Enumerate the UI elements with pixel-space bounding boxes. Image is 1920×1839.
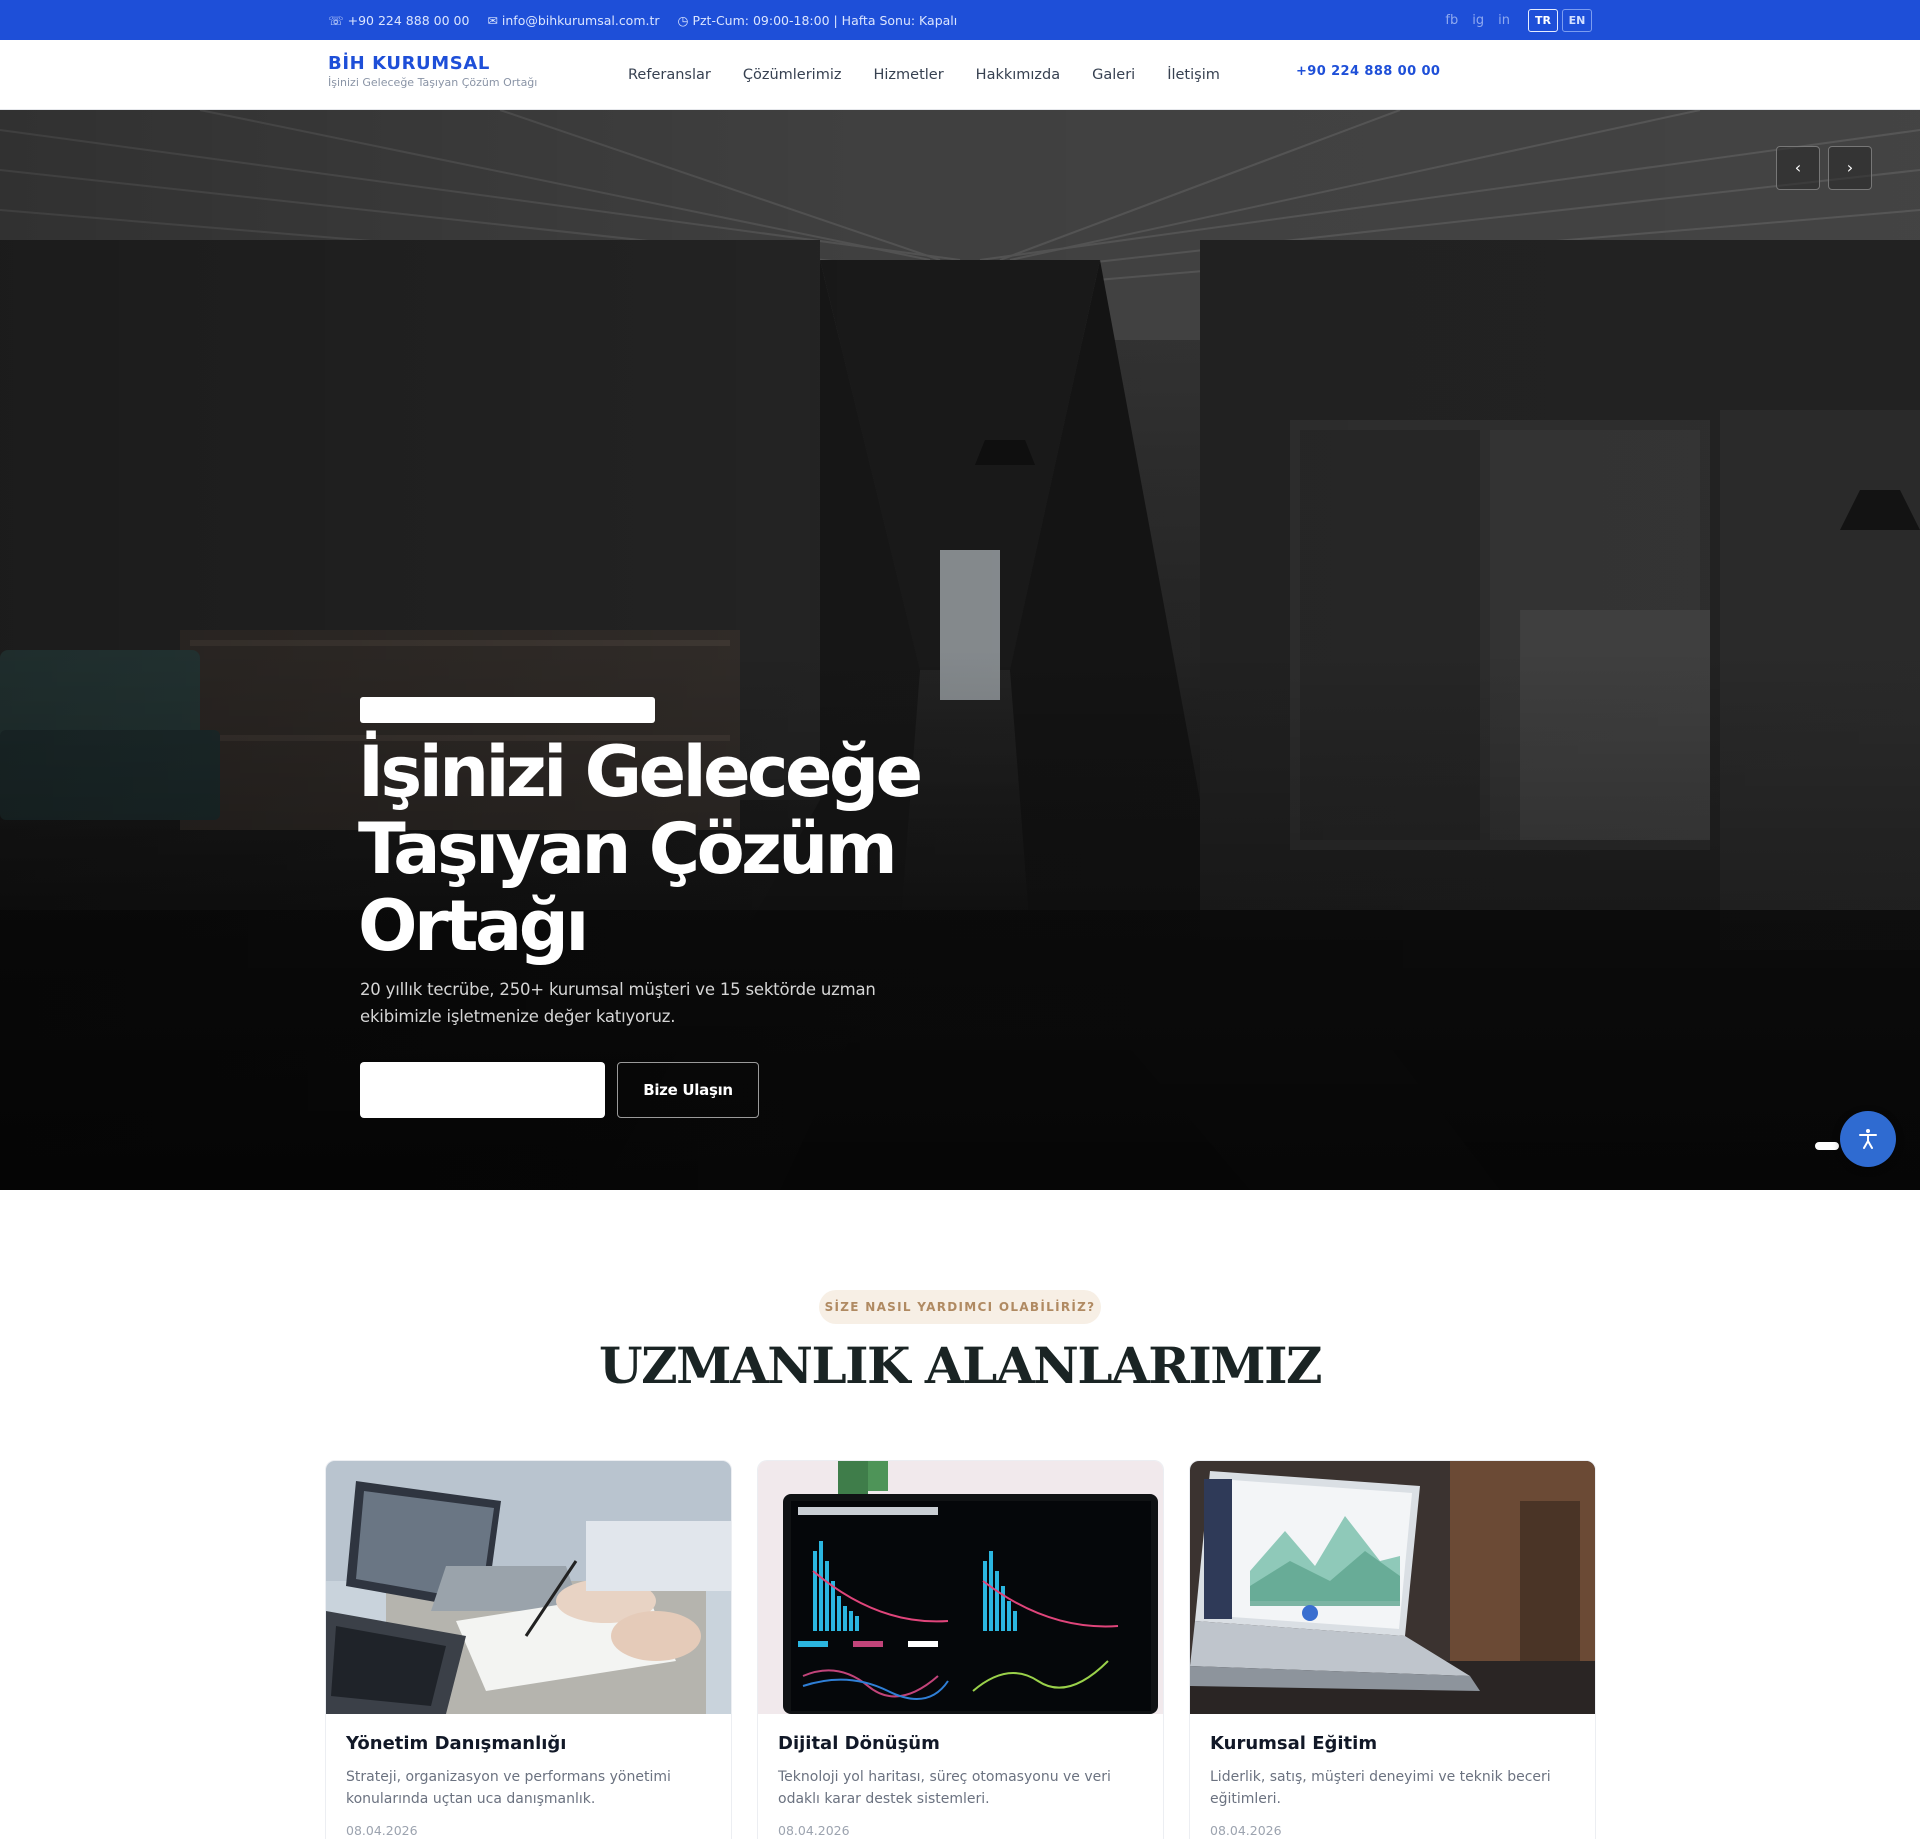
card-description: Strateji, organizasyon ve performans yön… <box>346 1769 671 1807</box>
nav-item-hizmetler[interactable]: Hizmetler <box>873 67 943 83</box>
section-eyebrow: SİZE NASIL YARDIMCI OLABİLİRİZ? <box>819 1290 1101 1324</box>
linkedin-link[interactable]: in <box>1498 13 1510 28</box>
hero-primary-button[interactable] <box>360 1062 605 1118</box>
card-description: Liderlik, satış, müşteri deneyimi ve tek… <box>1210 1769 1551 1807</box>
clock-icon: ◷ <box>677 12 689 28</box>
brand-logo[interactable]: BİH KURUMSAL <box>328 53 490 74</box>
card-description: Teknoloji yol haritası, süreç otomasyonu… <box>778 1769 1111 1807</box>
slider-dot-1[interactable] <box>1815 1142 1839 1150</box>
card-date: 08.04.2026 <box>346 1823 418 1838</box>
phone-icon: ☏ <box>328 12 344 28</box>
lang-tr-button[interactable]: TR <box>1528 8 1558 32</box>
header-phone-link[interactable]: +90 224 888 00 00 <box>1296 64 1440 79</box>
brand-tagline: İşinizi Geleceğe Taşıyan Çözüm Ortağı <box>328 76 538 89</box>
slider-next-button[interactable]: › <box>1828 146 1872 190</box>
nav-item-referanslar[interactable]: Referanslar <box>628 67 711 83</box>
lang-en-button[interactable]: EN <box>1562 8 1592 32</box>
service-card[interactable]: Kurumsal Eğitim Liderlik, satış, müşteri… <box>1189 1460 1596 1839</box>
accessibility-icon <box>1859 1129 1877 1149</box>
hero-overlay <box>0 110 1920 1190</box>
topbar-email-text: info@bihkurumsal.com.tr <box>501 12 660 28</box>
main-header: BİH KURUMSAL İşinizi Geleceğe Taşıyan Çö… <box>0 40 1920 110</box>
card-title: Yönetim Danışmanlığı <box>346 1733 567 1754</box>
topbar-phone-text: +90 224 888 00 00 <box>347 12 470 28</box>
hero-subtitle: 20 yıllık tecrübe, 250+ kurumsal müşteri… <box>360 980 876 1026</box>
service-card[interactable]: Dijital Dönüşüm Teknoloji yol haritası, … <box>757 1460 1164 1839</box>
slider-prev-button[interactable]: ‹ <box>1776 146 1820 190</box>
card-image <box>758 1461 1163 1714</box>
mail-icon: ✉ <box>487 12 498 28</box>
nav-item-iletisim[interactable]: İletişim <box>1167 67 1220 83</box>
instagram-link[interactable]: ig <box>1472 13 1484 28</box>
language-switcher: TR EN <box>1528 8 1592 32</box>
nav-item-galeri[interactable]: Galeri <box>1092 67 1135 83</box>
hero-title: İşinizi Geleceğe Taşıyan Çözüm Ortağı <box>358 731 923 967</box>
accessibility-button[interactable] <box>1840 1111 1896 1167</box>
topbar-email[interactable]: ✉ info@bihkurumsal.com.tr <box>487 13 659 28</box>
card-image <box>1190 1461 1595 1714</box>
facebook-link[interactable]: fb <box>1445 13 1458 28</box>
nav-item-hakkimizda[interactable]: Hakkımızda <box>976 67 1060 83</box>
topbar-hours-text: Pzt-Cum: 09:00-18:00 | Hafta Sonu: Kapal… <box>692 12 958 28</box>
card-date: 08.04.2026 <box>778 1823 850 1838</box>
card-title: Kurumsal Eğitim <box>1210 1733 1378 1754</box>
nav-item-cozumlerimiz[interactable]: Çözümlerimiz <box>743 67 842 83</box>
topbar-phone[interactable]: ☏ +90 224 888 00 00 <box>328 13 469 28</box>
service-card[interactable]: Yönetim Danışmanlığı Strateji, organizas… <box>325 1460 732 1839</box>
section-title: UZMANLIK ALANLARIMIZ <box>599 1336 1322 1395</box>
contact-us-button[interactable]: Bize Ulaşın <box>617 1062 759 1118</box>
top-bar: ☏ +90 224 888 00 00 ✉ info@bihkurumsal.c… <box>0 0 1920 40</box>
card-date: 08.04.2026 <box>1210 1823 1282 1838</box>
topbar-hours: ◷ Pzt-Cum: 09:00-18:00 | Hafta Sonu: Kap… <box>678 13 958 28</box>
card-image <box>326 1461 731 1714</box>
hero-slider: ‹ › İşinizi Geleceğe Taşıyan Çözüm Ortağ… <box>0 110 1920 1190</box>
main-nav: Referanslar Çözümlerimiz Hizmetler Hakkı… <box>628 40 1220 110</box>
hero-badge <box>360 697 655 723</box>
card-title: Dijital Dönüşüm <box>778 1733 940 1754</box>
